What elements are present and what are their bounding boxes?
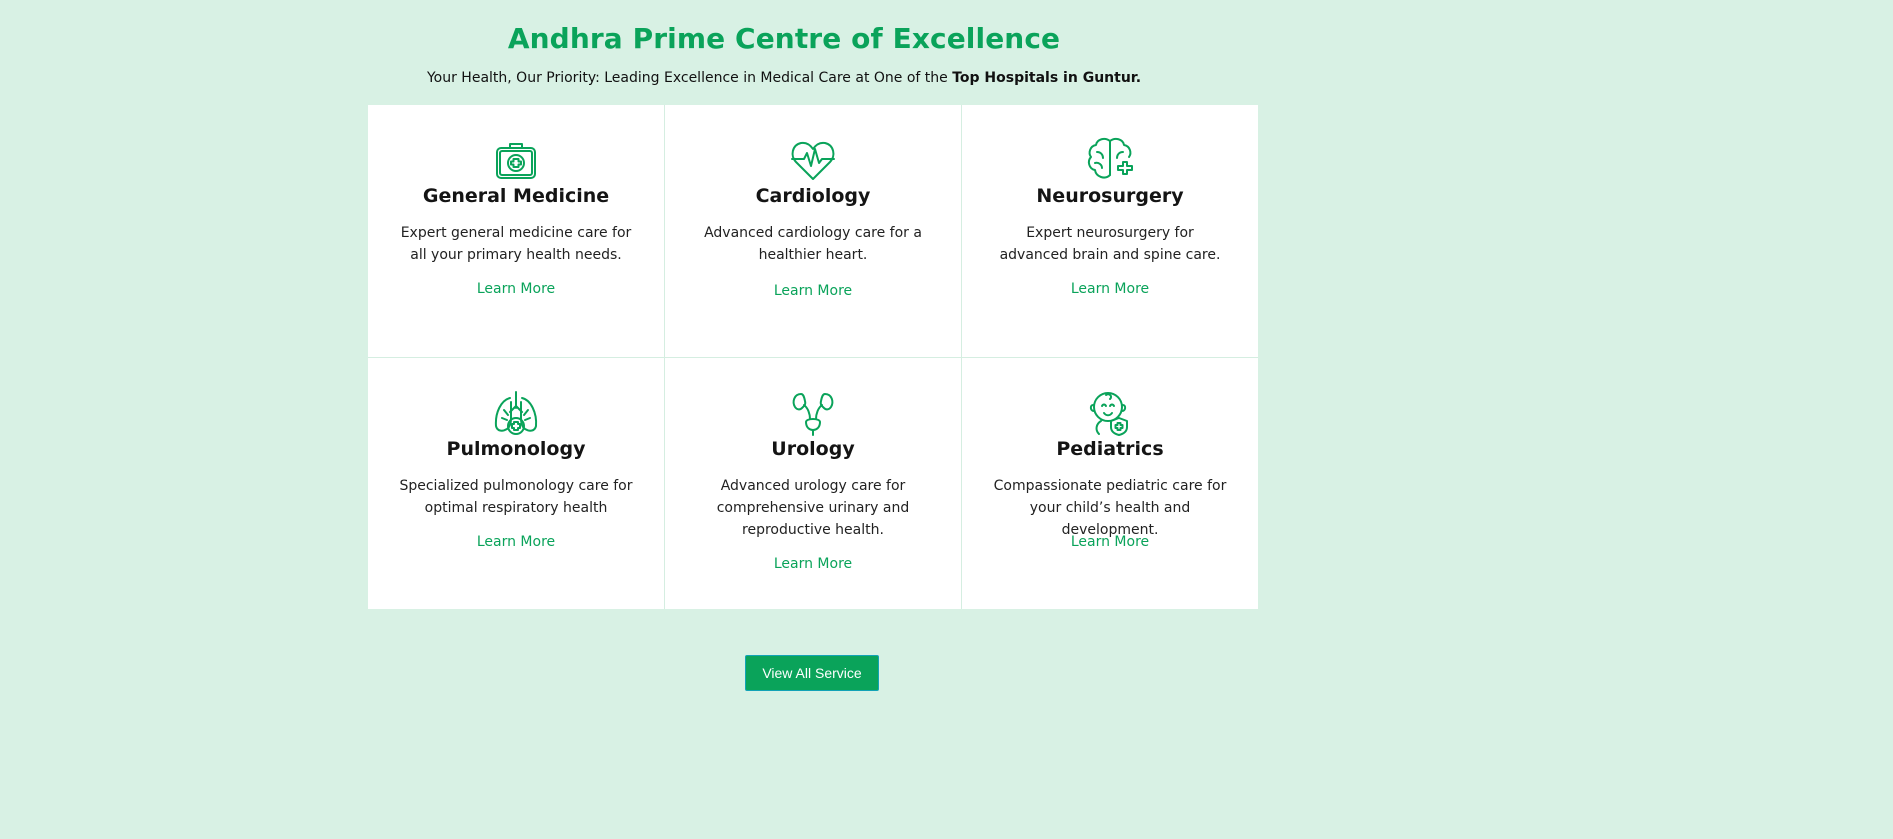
service-title: Neurosurgery: [1036, 185, 1184, 207]
learn-more-link[interactable]: Learn More: [368, 534, 664, 550]
heart-pulse-icon: [788, 135, 838, 185]
learn-more-link[interactable]: Learn More: [962, 534, 1258, 550]
kidneys-icon: [788, 388, 838, 438]
subtitle-text: Your Health, Our Priority: Leading Excel…: [426, 70, 953, 86]
section-subtitle: Your Health, Our Priority: Leading Excel…: [0, 70, 1568, 86]
view-all-service-button[interactable]: View All Service: [745, 655, 879, 691]
service-description: Compassionate pediatric care for your ch…: [993, 477, 1227, 538]
services-grid: General Medicine Expert general medicine…: [368, 105, 1258, 609]
brain-plus-icon: [1085, 135, 1135, 185]
service-card-pulmonology: Pulmonology Specialized pulmonology care…: [368, 357, 664, 609]
section-title: Andhra Prime Centre of Excellence: [507, 22, 1061, 55]
service-card-cardiology: Cardiology Advanced cardiology care for …: [665, 105, 961, 357]
service-description: Specialized pulmonology care for optimal…: [399, 477, 633, 516]
lungs-icon: [491, 388, 541, 438]
service-title: Urology: [771, 437, 855, 460]
service-title: Pediatrics: [1056, 437, 1164, 460]
service-description: Advanced urology care for comprehensive …: [716, 477, 910, 538]
learn-more-link[interactable]: Learn More: [665, 283, 961, 299]
service-description: Advanced cardiology care for a healthier…: [704, 225, 922, 263]
service-card-urology: Urology Advanced urology care for compre…: [665, 357, 961, 609]
medical-kit-icon: [491, 135, 541, 185]
service-description: Expert neurosurgery for advanced brain a…: [999, 225, 1221, 263]
baby-shield-icon: [1085, 388, 1135, 438]
learn-more-link[interactable]: Learn More: [962, 281, 1258, 297]
service-card-general-medicine: General Medicine Expert general medicine…: [368, 105, 664, 357]
service-card-neurosurgery: Neurosurgery Expert neurosurgery for adv…: [962, 105, 1258, 357]
service-title: General Medicine: [422, 185, 610, 207]
learn-more-link[interactable]: Learn More: [368, 281, 664, 297]
subtitle-highlight: Top Hospitals in Guntur.: [952, 70, 1142, 86]
service-card-pediatrics: Pediatrics Compassionate pediatric care …: [962, 357, 1258, 609]
service-title: Cardiology: [755, 185, 871, 207]
service-description: Expert general medicine care for all you…: [400, 225, 632, 263]
service-title: Pulmonology: [446, 437, 586, 460]
learn-more-link[interactable]: Learn More: [665, 556, 961, 572]
